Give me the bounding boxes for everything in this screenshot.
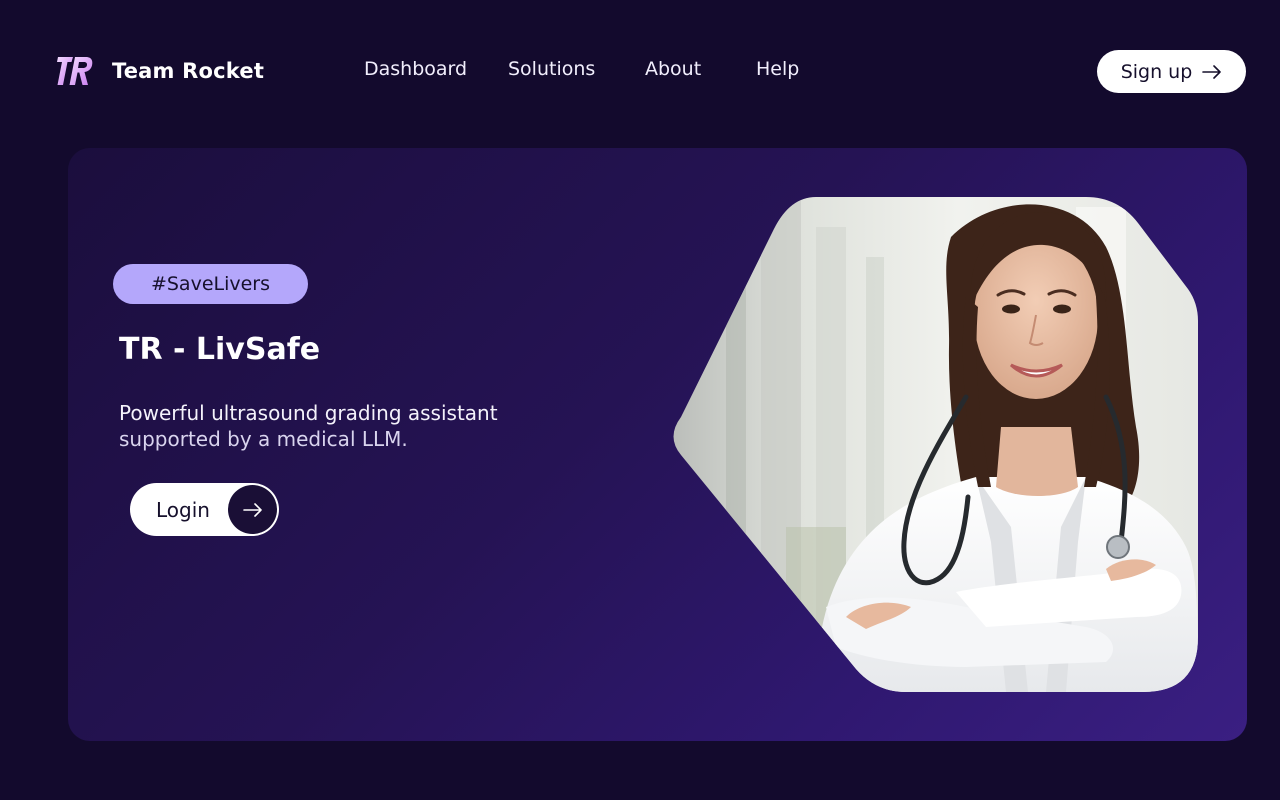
- signup-button[interactable]: Sign up: [1097, 50, 1246, 93]
- nav-dashboard[interactable]: Dashboard: [364, 58, 467, 80]
- hashtag-badge: #SaveLivers: [113, 264, 308, 304]
- main-nav: Dashboard Solutions About Help: [0, 58, 1280, 86]
- hero-subtitle-line-1: Powerful ultrasound grading assistant: [119, 401, 498, 425]
- login-button[interactable]: Login: [130, 483, 279, 536]
- arrow-right-icon: [1202, 64, 1222, 79]
- nav-help[interactable]: Help: [756, 58, 799, 80]
- top-navbar: Team Rocket Dashboard Solutions About He…: [0, 0, 1280, 140]
- hero-card: #SaveLivers TR - LivSafe Powerful ultras…: [68, 148, 1247, 741]
- doctor-portrait-image: [673, 197, 1198, 692]
- login-label: Login: [156, 497, 210, 522]
- arrow-right-icon: [242, 502, 262, 517]
- hero-subtitle: Powerful ultrasound grading assistant su…: [119, 400, 579, 452]
- login-arrow-circle: [228, 485, 277, 534]
- nav-solutions[interactable]: Solutions: [508, 58, 595, 80]
- hero-title: TR - LivSafe: [119, 332, 321, 367]
- hero-subtitle-line-2: supported by a medical LLM.: [119, 427, 408, 451]
- nav-about[interactable]: About: [645, 58, 701, 80]
- signup-label: Sign up: [1120, 60, 1193, 83]
